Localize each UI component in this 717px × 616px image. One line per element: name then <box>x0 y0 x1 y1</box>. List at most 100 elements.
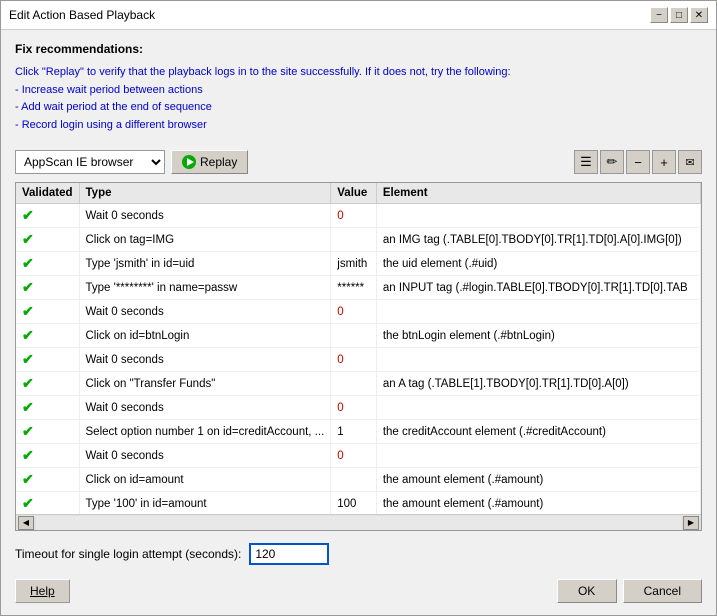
cell-type: Wait 0 seconds <box>79 204 331 228</box>
header-validated: Validated <box>16 183 79 204</box>
cell-value <box>331 324 377 348</box>
value-text: 0 <box>337 354 343 366</box>
fix-bullet2: - Add wait period at the end of sequence <box>15 99 702 117</box>
checkmark-icon: ✔ <box>22 303 34 319</box>
cell-element: the uid element (.#uid) <box>376 252 700 276</box>
table-row[interactable]: ✔ Wait 0 seconds 0 <box>16 348 701 372</box>
cell-value: 0 <box>331 348 377 372</box>
table-row[interactable]: ✔Click on "Transfer Funds"an A tag (.TAB… <box>16 372 701 396</box>
cell-element: an INPUT tag (.#login.TABLE[0].TBODY[0].… <box>376 276 700 300</box>
minimize-button[interactable]: − <box>650 7 668 23</box>
cell-element: the amount element (.#amount) <box>376 492 700 514</box>
fix-bullet3: - Record login using a different browser <box>15 117 702 135</box>
maximize-button[interactable]: □ <box>670 7 688 23</box>
cell-type: Click on id=amount <box>79 468 331 492</box>
table-row[interactable]: ✔Click on id=btnLoginthe btnLogin elemen… <box>16 324 701 348</box>
checkmark-icon: ✔ <box>22 255 34 271</box>
add-icon-button[interactable]: + <box>652 150 676 174</box>
remove-icon-button[interactable]: − <box>626 150 650 174</box>
table-row[interactable]: ✔Wait 0 seconds0 <box>16 300 701 324</box>
toolbar-row: AppScan IE browser Replay ☰ ✏ − + <box>15 150 702 174</box>
table-icon-button[interactable]: ☰ <box>574 150 598 174</box>
cell-element: an A tag (.TABLE[1].TBODY[0].TR[1].TD[0]… <box>376 372 700 396</box>
edit-icon-button[interactable]: ✏ <box>600 150 624 174</box>
cell-type: Type '********' in name=passw <box>79 276 331 300</box>
window-controls: − □ ✕ <box>650 7 708 23</box>
minus-icon: − <box>634 155 642 170</box>
cell-validated: ✔ <box>16 444 79 468</box>
cell-validated: ✔ <box>16 372 79 396</box>
checkmark-icon: ✔ <box>22 351 34 367</box>
cell-validated: ✔ <box>16 300 79 324</box>
cell-value <box>331 228 377 252</box>
value-text: 0 <box>337 306 343 318</box>
horizontal-scrollbar[interactable]: ◀ ▶ <box>16 514 701 530</box>
cell-value: 0 <box>331 300 377 324</box>
cell-type: Type 'jsmith' in id=uid <box>79 252 331 276</box>
cell-element <box>376 348 700 372</box>
title-bar: Edit Action Based Playback − □ ✕ <box>1 1 716 30</box>
table-scroll-area[interactable]: Validated Type Value Element ✔Wait 0 sec… <box>16 183 701 514</box>
header-value: Value <box>331 183 377 204</box>
cell-value: 0 <box>331 444 377 468</box>
table-row[interactable]: ✔Click on id=amountthe amount element (.… <box>16 468 701 492</box>
cell-type: Type '100' in id=amount <box>79 492 331 514</box>
help-button[interactable]: Help <box>15 579 70 603</box>
table-body: ✔Wait 0 seconds0✔Click on tag=IMGan IMG … <box>16 204 701 514</box>
cell-validated: ✔ <box>16 204 79 228</box>
cell-type: Wait 0 seconds <box>79 348 331 372</box>
table-row[interactable]: ✔Type '100' in id=amount100the amount el… <box>16 492 701 514</box>
table-row[interactable]: ✔ Select option number 1 on id=creditAcco… <box>16 420 701 444</box>
fix-bullet1: - Increase wait period between actions <box>15 82 702 100</box>
mail-icon-button[interactable]: ✉ <box>678 150 702 174</box>
table-row[interactable]: ✔Wait 0 seconds 0 <box>16 204 701 228</box>
table-row[interactable]: ✔Type 'jsmith' in id=uidjsmiththe uid el… <box>16 252 701 276</box>
checkmark-icon: ✔ <box>22 279 34 295</box>
mail-icon: ✉ <box>685 156 694 169</box>
cell-validated: ✔ <box>16 276 79 300</box>
header-element: Element <box>376 183 700 204</box>
cell-value: ****** <box>331 276 377 300</box>
cell-element <box>376 300 700 324</box>
toolbar-icons: ☰ ✏ − + ✉ <box>574 150 702 174</box>
cell-element <box>376 444 700 468</box>
plus-icon: + <box>660 155 668 170</box>
button-row: Help OK Cancel <box>15 579 702 603</box>
cell-element: an IMG tag (.TABLE[0].TBODY[0].TR[1].TD[… <box>376 228 700 252</box>
table-row[interactable]: ✔ Type '********' in name=passw******an I… <box>16 276 701 300</box>
table-row[interactable]: ✔Wait 0 seconds0 <box>16 396 701 420</box>
action-table-container: Validated Type Value Element ✔Wait 0 sec… <box>15 182 702 531</box>
fix-recommendations-heading: Fix recommendations: <box>15 42 702 56</box>
replay-icon <box>182 155 196 169</box>
replay-button[interactable]: Replay <box>171 150 248 174</box>
cell-value: 0 <box>331 396 377 420</box>
ok-button[interactable]: OK <box>557 579 617 603</box>
cancel-button[interactable]: Cancel <box>623 579 702 603</box>
table-icon: ☰ <box>580 154 592 170</box>
checkmark-icon: ✔ <box>22 399 34 415</box>
scroll-right-button[interactable]: ▶ <box>683 516 699 530</box>
value-text: 0 <box>337 210 343 222</box>
checkmark-icon: ✔ <box>22 423 34 439</box>
scroll-track[interactable] <box>36 516 681 530</box>
cell-validated: ✔ <box>16 396 79 420</box>
cell-validated: ✔ <box>16 492 79 514</box>
main-content: Fix recommendations: Click "Replay" to v… <box>1 30 716 615</box>
table-row[interactable]: ✔Wait 0 seconds0 <box>16 444 701 468</box>
browser-select[interactable]: AppScan IE browser <box>15 150 165 174</box>
cell-element: the creditAccount element (.#creditAccou… <box>376 420 700 444</box>
timeout-label: Timeout for single login attempt (second… <box>15 547 241 561</box>
value-text: 0 <box>337 450 343 462</box>
timeout-row: Timeout for single login attempt (second… <box>15 543 702 565</box>
scroll-left-button[interactable]: ◀ <box>18 516 34 530</box>
checkmark-icon: ✔ <box>22 231 34 247</box>
checkmark-icon: ✔ <box>22 471 34 487</box>
cell-type: Select option number 1 on id=creditAccou… <box>79 420 331 444</box>
timeout-input[interactable] <box>249 543 329 565</box>
fix-text-block: Click "Replay" to verify that the playba… <box>15 64 702 134</box>
table-row[interactable]: ✔Click on tag=IMGan IMG tag (.TABLE[0].T… <box>16 228 701 252</box>
close-button[interactable]: ✕ <box>690 7 708 23</box>
action-table: Validated Type Value Element ✔Wait 0 sec… <box>16 183 701 514</box>
cell-validated: ✔ <box>16 468 79 492</box>
cell-element <box>376 204 700 228</box>
